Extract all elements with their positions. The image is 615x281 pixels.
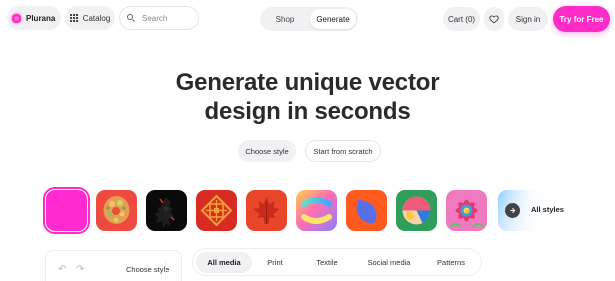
try-for-free-button[interactable]: Try for Free [553,6,610,32]
title-line-2: design in seconds [204,98,411,125]
sign-in-button[interactable]: Sign in [508,7,548,31]
redo-icon[interactable]: ↷ [76,264,84,275]
style-tile-abstract-circle[interactable] [396,190,437,231]
cart-button[interactable]: Cart (0) [443,7,480,31]
page-title: Generate unique vector design in seconds [0,68,615,126]
tab-social-media[interactable]: Social media [363,252,415,273]
choose-style-button[interactable]: Choose style [238,140,296,162]
top-nav: Plurana Catalog Search Shop Generate Car… [0,0,615,38]
catalog-button[interactable]: Catalog [65,6,115,30]
all-styles-label: All styles [531,205,564,214]
tab-patterns[interactable]: Patterns [431,252,471,273]
brand-logo-icon [11,12,22,24]
style-tile-maple-leaf[interactable] [246,190,287,231]
style-tile-gradient-wave[interactable] [296,190,337,231]
style-tile-blue-leaf[interactable] [346,190,387,231]
favorites-button[interactable] [484,7,504,31]
editor-panel: ↶ ↷ Choose style [45,250,182,281]
mode-toggle: Shop Generate [260,7,358,31]
brand-logo-button[interactable]: Plurana [7,6,61,30]
media-filter-bar: All media Print Textile Social media Pat… [192,248,482,276]
search-input[interactable]: Search [119,6,199,30]
style-tile-flower-mandala[interactable] [446,190,487,231]
style-tile-solid-magenta[interactable] [43,187,90,234]
style-tile-floral-ornament[interactable] [96,190,137,231]
start-from-scratch-button[interactable]: Start from scratch [305,140,381,162]
panel-choose-style[interactable]: Choose style [126,265,169,274]
brand-name: Plurana [26,13,56,23]
undo-icon[interactable]: ↶ [58,264,66,275]
grid-icon [69,14,78,22]
tab-generate[interactable]: Generate [310,9,356,29]
tab-print[interactable]: Print [259,252,291,273]
all-styles-button[interactable]: All styles [498,190,568,231]
tab-textile[interactable]: Textile [309,252,345,273]
title-line-1: Generate unique vector [175,69,440,96]
arrow-right-icon [505,203,520,218]
catalog-label: Catalog [82,13,111,23]
tab-all-media[interactable]: All media [196,252,252,273]
style-tile-dark-silhouette[interactable] [146,190,187,231]
search-placeholder: Search [142,13,168,23]
search-icon [127,14,135,22]
heart-icon [489,15,499,24]
style-tile-geometric-tribal[interactable] [196,190,237,231]
tab-shop[interactable]: Shop [262,9,308,29]
